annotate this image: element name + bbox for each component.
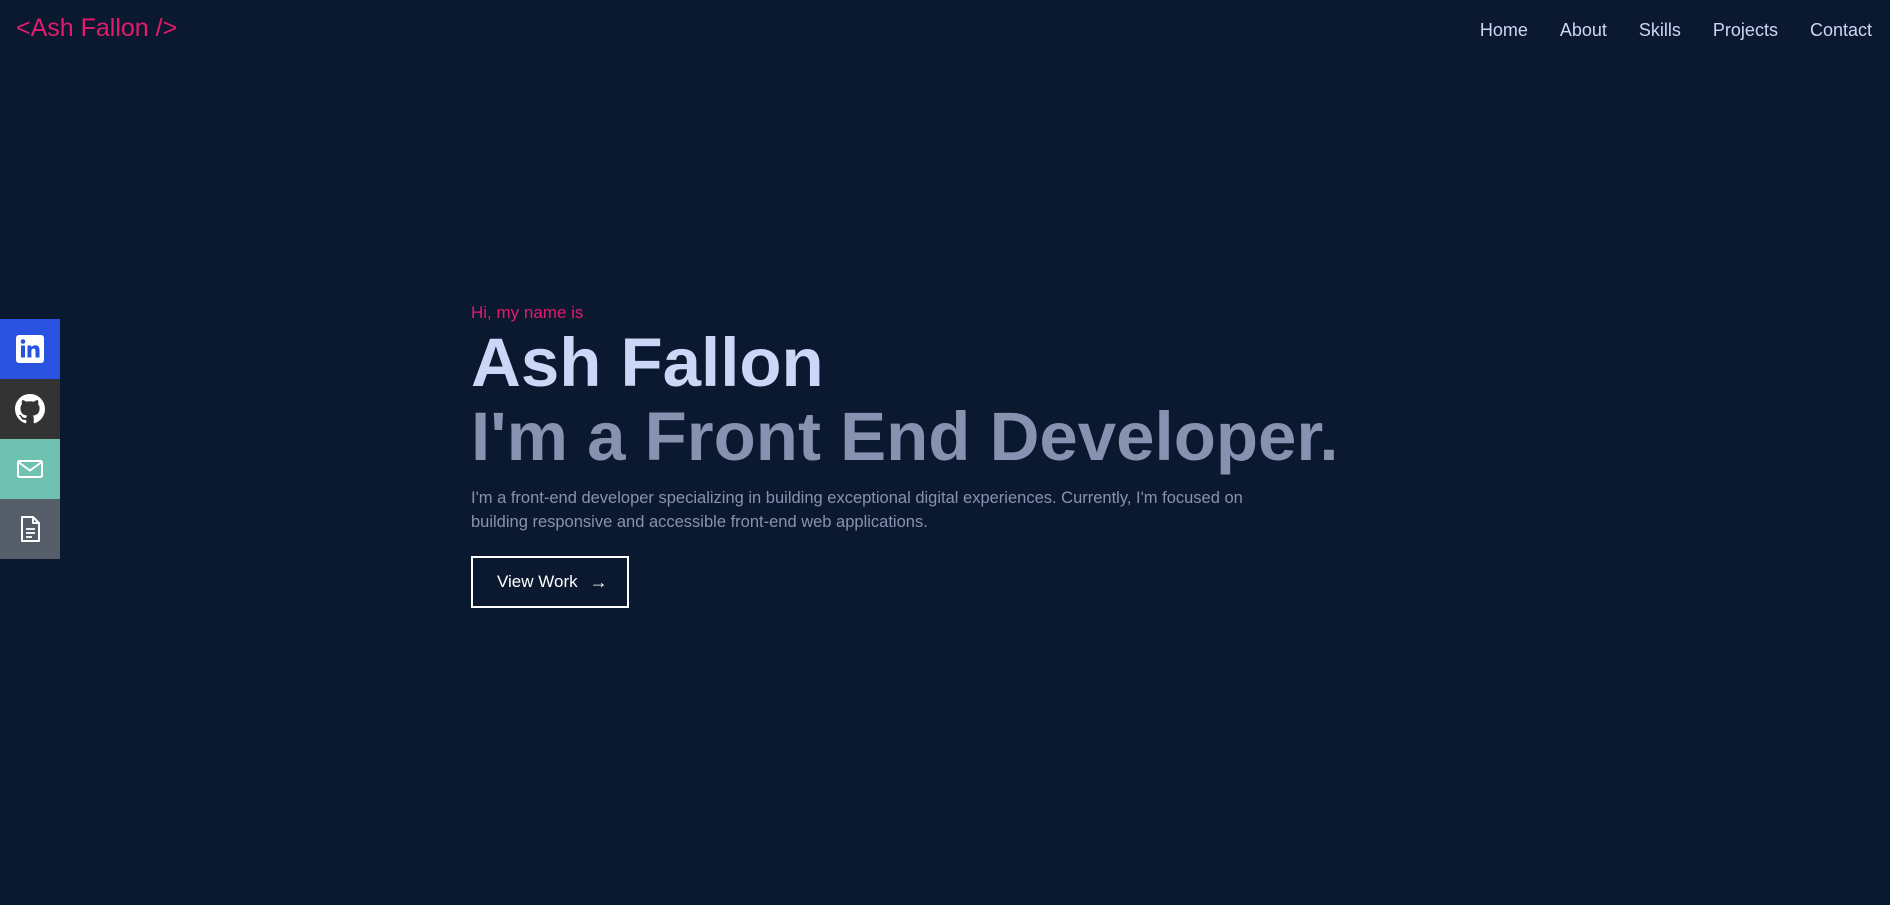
resume-document-icon xyxy=(21,516,40,542)
resume-link[interactable] xyxy=(0,499,60,559)
github-icon xyxy=(15,394,45,424)
nav-link-projects[interactable]: Projects xyxy=(1713,20,1778,41)
nav-link-contact[interactable]: Contact xyxy=(1810,20,1872,41)
social-sidebar xyxy=(0,319,60,559)
nav-link-skills[interactable]: Skills xyxy=(1639,20,1681,41)
linkedin-link[interactable] xyxy=(0,319,60,379)
view-work-button[interactable]: View Work → xyxy=(471,556,629,608)
nav-links: Home About Skills Projects Contact xyxy=(1448,20,1872,41)
view-work-label: View Work xyxy=(497,572,578,591)
top-navbar: <Ash Fallon /> Home About Skills Project… xyxy=(0,0,1890,62)
hero-name: Ash Fallon xyxy=(471,324,824,401)
hero-intro: I'm a front-end developer specializing i… xyxy=(471,489,1243,531)
arrow-right-icon: → xyxy=(589,571,608,592)
site-logo[interactable]: <Ash Fallon /> xyxy=(16,14,177,43)
email-link[interactable] xyxy=(0,439,60,499)
hero-greeting: Hi, my name is xyxy=(471,303,584,322)
nav-link-home[interactable]: Home xyxy=(1480,20,1528,41)
hero-section: Hi, my name is Ash Fallon I'm a Front En… xyxy=(471,302,1471,608)
mail-icon xyxy=(17,460,43,478)
linkedin-icon xyxy=(16,335,44,363)
hero-role: I'm a Front End Developer. xyxy=(471,398,1339,475)
github-link[interactable] xyxy=(0,379,60,439)
nav-link-about[interactable]: About xyxy=(1560,20,1607,41)
